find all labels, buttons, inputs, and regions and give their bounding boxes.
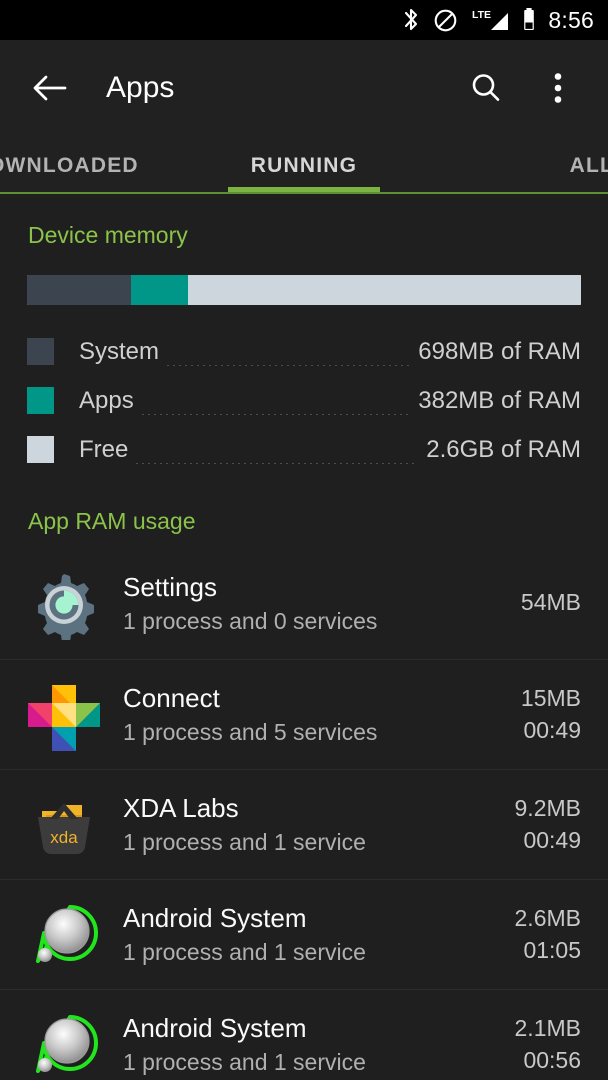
legend-row: Free 2.6GB of RAM — [0, 425, 608, 474]
app-ram-size: 9.2MB — [514, 794, 581, 821]
device-memory-legend: System 698MB of RAM Apps 382MB of RAM Fr… — [0, 327, 608, 474]
leader-dots — [167, 365, 411, 366]
app-ram-size: 2.6MB — [514, 904, 581, 931]
android-system-droplet-icon — [27, 898, 101, 972]
list-item-text: XDA Labs 1 process and 1 service — [123, 792, 505, 858]
page-title: Apps — [106, 71, 175, 104]
list-item-meta: 15MB 00:49 — [521, 684, 581, 746]
legend-label: System — [79, 337, 160, 365]
memory-segment-apps — [131, 275, 189, 305]
tab-bar: OWNLOADED RUNNING ALL — [0, 136, 608, 192]
app-process-info: 1 process and 5 services — [123, 718, 378, 745]
status-clock: 8:56 — [548, 6, 594, 33]
legend-swatch-free — [27, 436, 54, 463]
app-name: Android System — [123, 1012, 307, 1043]
app-run-time: 00:56 — [523, 1047, 581, 1074]
app-name: Settings — [123, 572, 217, 603]
status-bar: LTE 8:56 — [0, 0, 608, 40]
xda-labs-basket-icon: xda — [27, 788, 101, 862]
leader-dots — [136, 463, 419, 464]
list-item-text: Settings 1 process and 0 services — [123, 571, 511, 637]
legend-label: Apps — [79, 386, 134, 414]
list-item-meta: 2.1MB 00:56 — [515, 1014, 581, 1076]
running-apps-scroll-area[interactable]: Device memory System 698MB of RAM Apps 3… — [0, 194, 608, 1080]
device-memory-header: Device memory — [28, 222, 188, 248]
list-item-meta: 2.6MB 01:05 — [515, 904, 581, 966]
overflow-menu-icon[interactable] — [530, 60, 586, 116]
device-memory-bar — [27, 275, 581, 305]
settings-gear-icon — [27, 567, 101, 641]
tab-active-indicator — [228, 187, 380, 192]
app-ram-size: 2.1MB — [514, 1014, 581, 1041]
list-item[interactable]: xda XDA Labs 1 process and 1 service 9.2… — [0, 769, 608, 879]
app-name: XDA Labs — [123, 792, 239, 823]
svg-text:LTE: LTE — [472, 9, 491, 21]
tab-running[interactable]: RUNNING — [251, 154, 357, 178]
list-item[interactable]: Android System 1 process and 1 service 2… — [0, 879, 608, 989]
bluetooth-icon — [401, 7, 421, 33]
app-name: Connect — [123, 682, 220, 713]
legend-label: Free — [79, 435, 129, 463]
list-item[interactable]: Settings 1 process and 0 services 54MB — [0, 549, 608, 659]
android-system-droplet-icon — [27, 1008, 101, 1080]
app-process-info: 1 process and 1 service — [123, 938, 366, 965]
app-ram-usage-list: Settings 1 process and 0 services 54MB C… — [0, 549, 608, 1080]
app-name: Android System — [123, 902, 307, 933]
list-item-text: Android System 1 process and 1 service — [123, 902, 505, 968]
app-ram-size: 54MB — [520, 589, 581, 616]
legend-row: Apps 382MB of RAM — [0, 376, 608, 425]
app-run-time: 01:05 — [523, 937, 581, 964]
back-arrow-icon[interactable] — [22, 60, 78, 116]
legend-value: 382MB of RAM — [418, 386, 581, 414]
list-item-text: Connect 1 process and 5 services — [123, 682, 511, 748]
list-item[interactable]: Android System 1 process and 1 service 2… — [0, 989, 608, 1080]
legend-row: System 698MB of RAM — [0, 327, 608, 376]
lte-signal-icon: LTE — [470, 7, 510, 33]
svg-text:xda: xda — [50, 828, 78, 847]
list-item-meta: 54MB — [521, 588, 581, 619]
list-item-meta: 9.2MB 00:49 — [515, 794, 581, 856]
app-ram-usage-header: App RAM usage — [28, 508, 196, 534]
app-run-time: 00:49 — [523, 827, 581, 854]
legend-swatch-apps — [27, 387, 54, 414]
app-bar: Apps — [0, 40, 608, 136]
legend-value: 2.6GB of RAM — [426, 435, 581, 463]
list-item[interactable]: Connect 1 process and 5 services 15MB 00… — [0, 659, 608, 769]
app-ram-size: 15MB — [520, 684, 581, 711]
app-process-info: 1 process and 0 services — [123, 608, 378, 635]
tab-downloaded[interactable]: OWNLOADED — [0, 154, 139, 178]
connect-plus-icon — [27, 678, 101, 752]
app-run-time: 00:49 — [523, 717, 581, 744]
do-not-disturb-icon — [433, 8, 458, 33]
memory-segment-system — [27, 275, 132, 305]
list-item-text: Android System 1 process and 1 service — [123, 1012, 505, 1078]
memory-segment-free — [188, 275, 581, 305]
battery-icon — [522, 7, 536, 33]
app-process-info: 1 process and 1 service — [123, 828, 366, 855]
tab-all[interactable]: ALL — [570, 154, 608, 178]
app-process-info: 1 process and 1 service — [123, 1048, 366, 1075]
legend-swatch-system — [27, 338, 54, 365]
search-icon[interactable] — [458, 60, 514, 116]
legend-value: 698MB of RAM — [418, 337, 581, 365]
leader-dots — [141, 414, 411, 415]
